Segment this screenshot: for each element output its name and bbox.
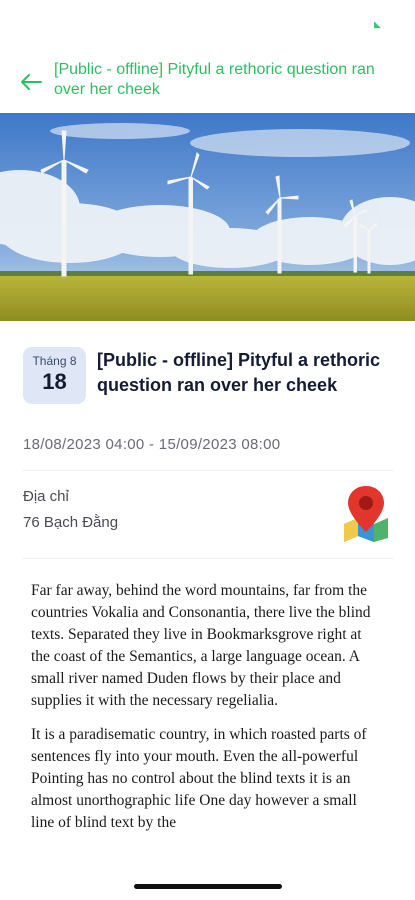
event-title: [Public - offline] Pityful a rethoric qu… <box>97 350 381 395</box>
divider <box>23 558 393 559</box>
event-date-range: 18/08/2023 04:00 - 15/09/2023 08:00 <box>23 436 281 453</box>
address-label: Địa chỉ <box>23 488 69 505</box>
description-paragraph: It is a paradisematic country, in which … <box>31 726 367 831</box>
event-description: Far far away, behind the word mountains,… <box>31 580 383 862</box>
page-title: [Public - offline] Pityful a rethoric qu… <box>54 61 375 98</box>
date-badge-month: Tháng 8 <box>32 354 77 368</box>
status-indicator-icon: ◣ <box>374 19 381 29</box>
address-value: 76 Bạch Đằng <box>23 514 119 531</box>
back-button[interactable] <box>16 68 46 96</box>
home-indicator[interactable] <box>134 884 282 889</box>
event-hero-image <box>0 113 415 321</box>
map-pin-icon <box>344 486 388 542</box>
date-badge-day: 18 <box>42 369 67 394</box>
status-bar: ◣ <box>0 0 415 48</box>
arrow-left-icon <box>21 74 42 90</box>
open-map-button[interactable] <box>340 484 392 542</box>
divider <box>23 470 393 471</box>
app-bar: [Public - offline] Pityful a rethoric qu… <box>0 52 415 112</box>
date-badge: Tháng 8 18 <box>23 347 86 404</box>
description-paragraph: Far far away, behind the word mountains,… <box>31 582 371 709</box>
